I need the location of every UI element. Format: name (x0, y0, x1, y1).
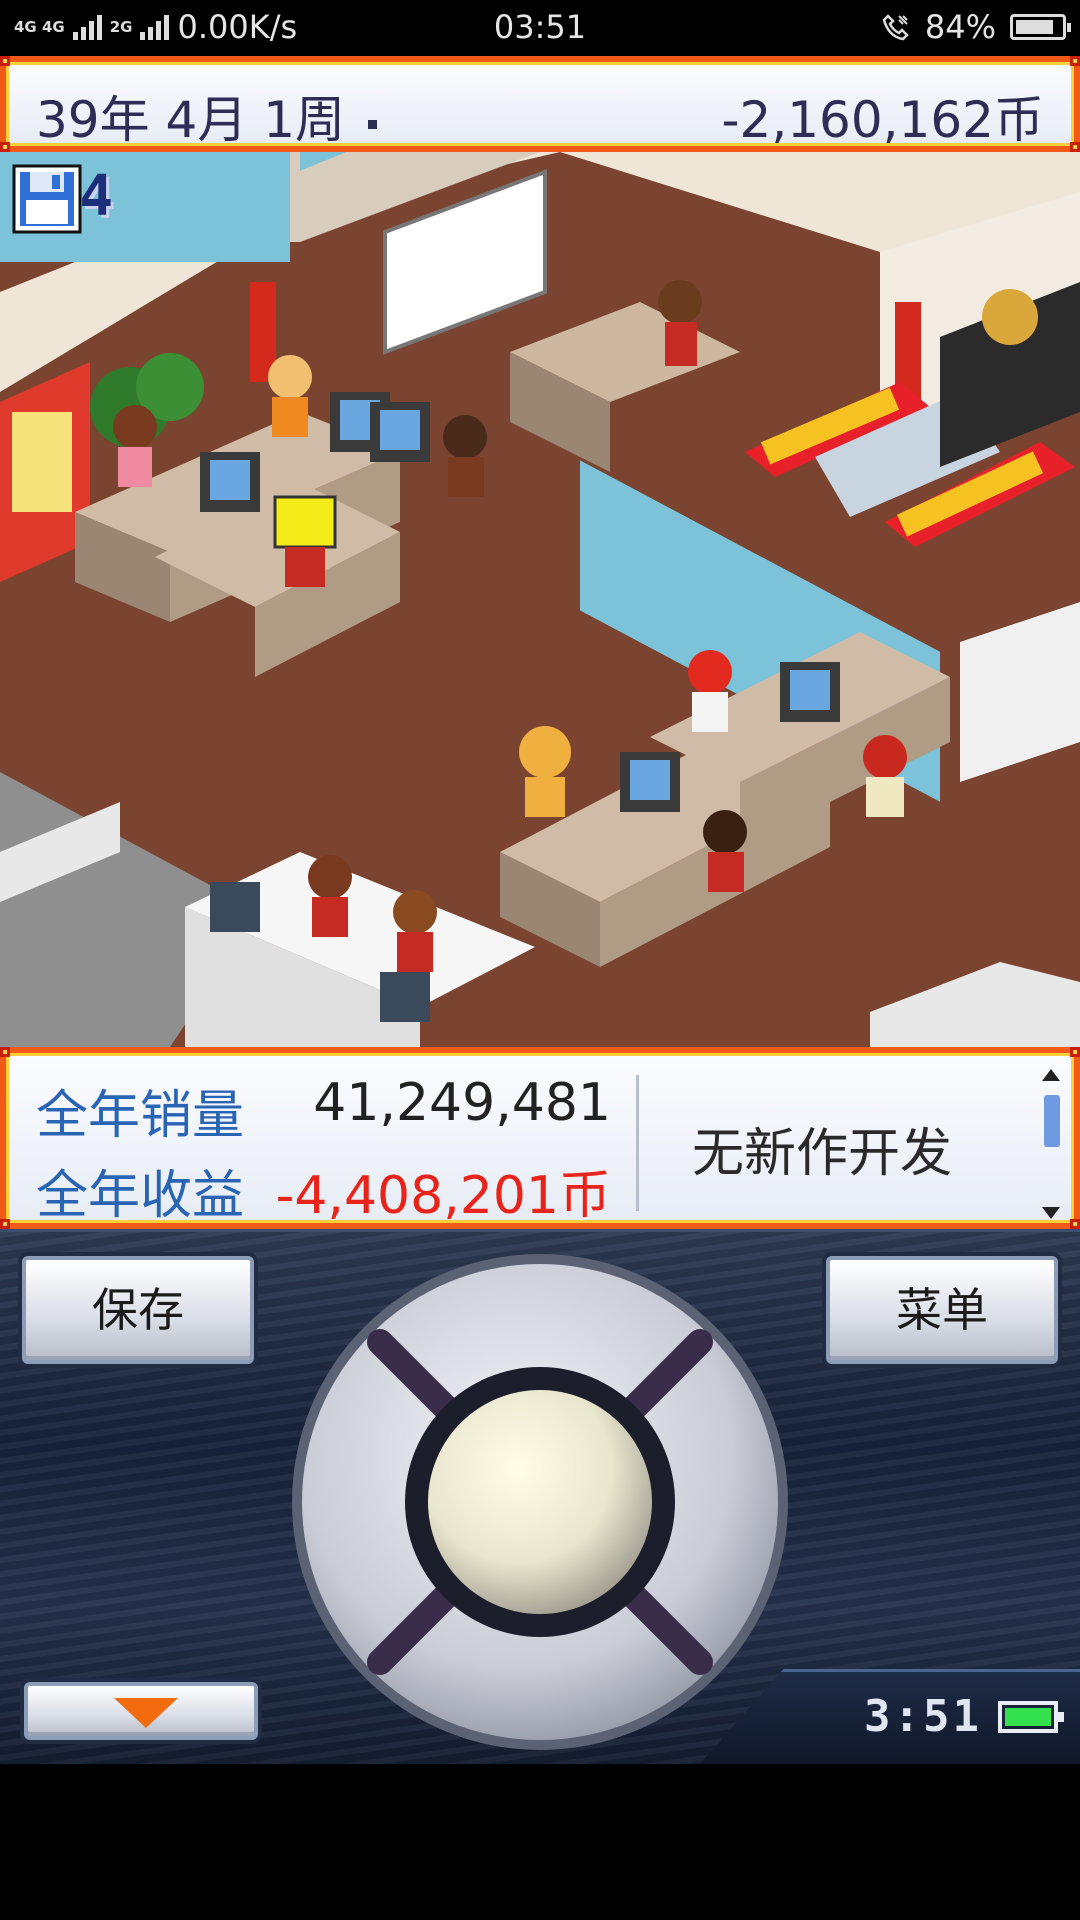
down-arrow-icon (114, 1698, 178, 1728)
frame-corner (0, 56, 10, 66)
status-right: 84% (881, 8, 1071, 46)
character (113, 405, 157, 449)
battery-percent: 84% (924, 8, 996, 46)
vending-window (12, 412, 72, 512)
computer-monitor (210, 882, 260, 932)
character (397, 932, 433, 972)
annual-income-label: 全年收益 (36, 1166, 245, 1226)
computer-screen (380, 410, 420, 450)
floppy-disk-icon (12, 164, 82, 234)
panel-divider (636, 1075, 639, 1211)
character (866, 777, 904, 817)
funds-display: -2,160,162币 (721, 91, 1044, 149)
game-date: 39年 4月 1周 (36, 91, 346, 149)
computer-monitor (380, 972, 430, 1022)
character (268, 355, 312, 399)
status-bar: 4G 4G 2G 0.00K/s 03:51 84% (0, 0, 1080, 56)
collapse-button[interactable] (24, 1682, 258, 1740)
character-cube-head (273, 495, 337, 549)
control-deck: 保存 菜单 3:51 (0, 1229, 1080, 1764)
character (658, 280, 702, 324)
office-illustration (0, 152, 1080, 1047)
character (448, 457, 484, 497)
scroll-up-icon[interactable] (1042, 1069, 1060, 1081)
save-button[interactable]: 保存 (22, 1256, 254, 1364)
frame-corner (0, 142, 10, 152)
scroll-thumb[interactable] (1044, 1095, 1060, 1147)
battery-fill (1016, 20, 1053, 34)
device-clock-area: 3:51 (864, 1691, 1064, 1742)
device-clock: 3:51 (864, 1691, 982, 1742)
frame-corner (1070, 56, 1080, 66)
annual-income-value: -4,408,201币 (275, 1166, 611, 1226)
character (393, 890, 437, 934)
computer-screen (210, 460, 250, 500)
menu-button[interactable]: 菜单 (826, 1256, 1058, 1364)
character (665, 322, 697, 366)
save-counter: 434 (12, 164, 113, 234)
character (285, 547, 325, 587)
character (688, 650, 732, 694)
office-scene[interactable]: 434 (0, 152, 1080, 1047)
device-battery-fill (1005, 1707, 1051, 1726)
trophy (982, 289, 1038, 345)
panel-scrollbar[interactable] (1040, 1069, 1062, 1219)
dpad-center-button[interactable] (428, 1390, 652, 1614)
computer-screen (790, 670, 830, 710)
development-status: 无新作开发 (692, 1124, 953, 1184)
device-battery-icon (998, 1700, 1064, 1733)
character (308, 855, 352, 899)
date-indicator-dot (368, 120, 377, 129)
call-icon (881, 12, 911, 42)
sales-panel: 全年销量 41,249,481 全年收益 -4,408,201币 无新作开发 (0, 1047, 1080, 1229)
battery-icon (1010, 14, 1071, 40)
character (272, 397, 308, 437)
scroll-down-icon[interactable] (1042, 1207, 1060, 1219)
character-tiger (519, 726, 571, 778)
character-tiger (525, 777, 565, 817)
frame-corner (1070, 142, 1080, 152)
character (703, 810, 747, 854)
frame-corner (0, 1047, 10, 1057)
computer-screen (630, 760, 670, 800)
frame-corner (1070, 1219, 1080, 1229)
annual-sales-value: 41,249,481 (313, 1073, 611, 1133)
directional-pad[interactable] (290, 1252, 790, 1752)
top-info-bar: 39年 4月 1周 -2,160,162币 (0, 56, 1080, 152)
character (863, 735, 907, 779)
frame-corner (0, 1219, 10, 1229)
character (118, 447, 152, 487)
character (312, 897, 348, 937)
character (692, 692, 728, 732)
frame-corner (1070, 1047, 1080, 1057)
character (708, 852, 744, 892)
annual-sales-label: 全年销量 (36, 1086, 245, 1146)
character (443, 415, 487, 459)
